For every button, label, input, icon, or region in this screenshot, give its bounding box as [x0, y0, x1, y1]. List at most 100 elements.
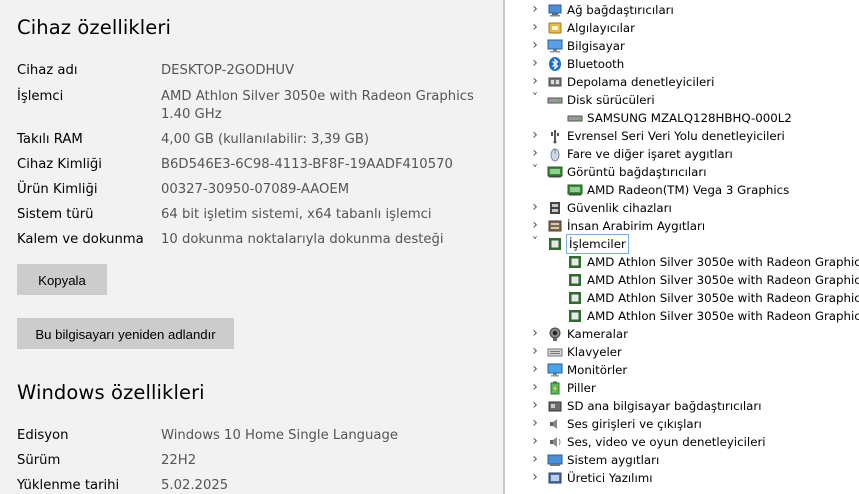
- chevron-right-icon[interactable]: ›: [530, 398, 540, 412]
- chevron-right-icon[interactable]: ›: [530, 434, 540, 448]
- tree-item-label: Ses, video ve oyun denetleyicileri: [567, 435, 766, 449]
- tree-item-label: Bilgisayar: [567, 39, 625, 53]
- monitor-icon: [547, 362, 563, 378]
- chevron-down-icon[interactable]: ˅: [530, 235, 540, 249]
- tree-item-label: Disk sürücüleri: [567, 93, 655, 107]
- tree-device-processor[interactable]: AMD Athlon Silver 3050e with Radeon Grap…: [505, 307, 859, 325]
- settings-about-pane: Cihaz özellikleri Cihaz adı DESKTOP-2GOD…: [0, 0, 503, 494]
- chevron-right-icon[interactable]: ›: [530, 200, 540, 214]
- spec-label: Takılı RAM: [17, 132, 83, 147]
- tree-item-label: AMD Athlon Silver 3050e with Radeon Grap…: [587, 273, 859, 287]
- tree-item-label: AMD Athlon Silver 3050e with Radeon Grap…: [587, 309, 859, 323]
- spec-value: B6D546E3-6C98-4113-BF8F-19AADF410570: [161, 157, 453, 172]
- tree-category-keyboard[interactable]: › Klavyeler: [505, 343, 859, 361]
- tree-category-security-device[interactable]: › Güvenlik cihazları: [505, 199, 859, 217]
- chevron-right-icon[interactable]: ›: [530, 416, 540, 430]
- tree-category-storage-controller[interactable]: › Depolama denetleyicileri: [505, 73, 859, 91]
- tree-item-label: Depolama denetleyicileri: [567, 75, 715, 89]
- tree-device-disk-drive[interactable]: SAMSUNG MZALQ128HBHQ-000L2: [505, 109, 859, 127]
- spec-value: AMD Athlon Silver 3050e with Radeon Grap…: [161, 89, 474, 104]
- tree-category-audio-io[interactable]: › Ses girişleri ve çıkışları: [505, 415, 859, 433]
- network-adapter-icon: [547, 2, 563, 18]
- tree-item-label: Ağ bağdaştırıcıları: [567, 3, 674, 17]
- tree-category-bluetooth[interactable]: › Bluetooth: [505, 55, 859, 73]
- tree-category-computer[interactable]: › Bilgisayar: [505, 37, 859, 55]
- tree-category-monitor[interactable]: › Monitörler: [505, 361, 859, 379]
- chevron-down-icon[interactable]: ˅: [530, 163, 540, 177]
- windows-specs-title: Windows özellikleri: [17, 381, 205, 404]
- spec-label: Cihaz Kimliği: [17, 157, 102, 172]
- spec-label: Sistem türü: [17, 207, 94, 222]
- chevron-right-icon[interactable]: ›: [530, 38, 540, 52]
- tree-category-usb[interactable]: › Evrensel Seri Veri Yolu denetleyicileri: [505, 127, 859, 145]
- firmware-icon: [547, 470, 563, 486]
- security-device-icon: [547, 200, 563, 216]
- spec-value: 22H2: [161, 453, 197, 468]
- device-specs-title: Cihaz özellikleri: [17, 16, 172, 39]
- tree-category-sound-controller[interactable]: › Ses, video ve oyun denetleyicileri: [505, 433, 859, 451]
- audio-io-icon: [547, 416, 563, 432]
- spec-label: Cihaz adı: [17, 63, 78, 78]
- tree-item-label: Klavyeler: [567, 345, 622, 359]
- spec-label: Edisyon: [17, 428, 69, 443]
- chevron-right-icon[interactable]: ›: [530, 20, 540, 34]
- rename-pc-button[interactable]: Bu bilgisayarı yeniden adlandır: [17, 318, 234, 349]
- tree-category-sd-host[interactable]: › SD ana bilgisayar bağdaştırıcıları: [505, 397, 859, 415]
- tree-item-label: SAMSUNG MZALQ128HBHQ-000L2: [587, 111, 792, 125]
- chevron-right-icon[interactable]: ›: [530, 470, 540, 484]
- tree-category-mouse[interactable]: › Fare ve diğer işaret aygıtları: [505, 145, 859, 163]
- sd-host-icon: [547, 398, 563, 414]
- disk-drive-icon: [567, 110, 583, 126]
- chevron-right-icon[interactable]: ›: [530, 380, 540, 394]
- tree-item-label: Ses girişleri ve çıkışları: [567, 417, 702, 431]
- tree-category-processor[interactable]: ˅ İşlemciler: [505, 234, 859, 254]
- tree-category-camera[interactable]: › Kameralar: [505, 325, 859, 343]
- hid-icon: [547, 218, 563, 234]
- chevron-right-icon[interactable]: ›: [530, 452, 540, 466]
- chevron-right-icon[interactable]: ›: [530, 146, 540, 160]
- processor-icon: [567, 272, 583, 288]
- chevron-right-icon[interactable]: ›: [530, 128, 540, 142]
- chevron-right-icon[interactable]: ›: [530, 344, 540, 358]
- spec-value: Windows 10 Home Single Language: [161, 428, 398, 443]
- device-manager-tree: › Ağ bağdaştırıcıları › Algılayıcılar › Bilgi…: [505, 0, 859, 494]
- spec-label: Ürün Kimliği: [17, 182, 98, 197]
- spec-label: Kalem ve dokunma: [17, 232, 144, 247]
- chevron-down-icon[interactable]: ˅: [530, 91, 540, 105]
- tree-category-network-adapter[interactable]: › Ağ bağdaştırıcıları: [505, 1, 859, 19]
- battery-icon: [547, 380, 563, 396]
- tree-device-processor[interactable]: AMD Athlon Silver 3050e with Radeon Grap…: [505, 271, 859, 289]
- tree-category-system-device[interactable]: › Sistem aygıtları: [505, 451, 859, 469]
- processor-icon: [567, 254, 583, 270]
- tree-item-label: Üretici Yazılımı: [567, 471, 653, 485]
- chevron-right-icon[interactable]: ›: [530, 362, 540, 376]
- tree-category-hid[interactable]: › İnsan Arabirim Aygıtları: [505, 217, 859, 235]
- tree-category-display-adapter[interactable]: ˅ Görüntü bağdaştırıcıları: [505, 163, 859, 181]
- chevron-right-icon[interactable]: ›: [530, 326, 540, 340]
- chevron-right-icon[interactable]: ›: [530, 218, 540, 232]
- display-adapter-icon: [547, 164, 563, 180]
- copy-button[interactable]: Kopyala: [17, 264, 107, 295]
- chevron-right-icon[interactable]: ›: [530, 56, 540, 70]
- camera-icon: [547, 326, 563, 342]
- tree-category-firmware[interactable]: › Üretici Yazılımı: [505, 469, 859, 487]
- spec-value: DESKTOP-2GODHUV: [161, 63, 295, 78]
- tree-item-label: Monitörler: [567, 363, 628, 377]
- spec-value: 5.02.2025: [161, 478, 229, 493]
- usb-icon: [547, 128, 563, 144]
- storage-controller-icon: [547, 74, 563, 90]
- tree-device-processor[interactable]: AMD Athlon Silver 3050e with Radeon Grap…: [505, 253, 859, 271]
- tree-device-processor[interactable]: AMD Athlon Silver 3050e with Radeon Grap…: [505, 289, 859, 307]
- tree-category-battery[interactable]: › Piller: [505, 379, 859, 397]
- keyboard-icon: [547, 344, 563, 360]
- tree-item-label: Bluetooth: [567, 57, 625, 71]
- sensor-icon: [547, 20, 563, 36]
- spec-value: 00327-30950-07089-AAOEM: [161, 182, 350, 197]
- tree-category-sensor[interactable]: › Algılayıcılar: [505, 19, 859, 37]
- tree-category-disk-drive[interactable]: ˅ Disk sürücüleri: [505, 91, 859, 109]
- tree-item-label: Sistem aygıtları: [567, 453, 660, 467]
- tree-item-label: Kameralar: [567, 327, 628, 341]
- tree-device-display-adapter[interactable]: AMD Radeon(TM) Vega 3 Graphics: [505, 181, 859, 199]
- chevron-right-icon[interactable]: ›: [530, 74, 540, 88]
- chevron-right-icon[interactable]: ›: [530, 2, 540, 16]
